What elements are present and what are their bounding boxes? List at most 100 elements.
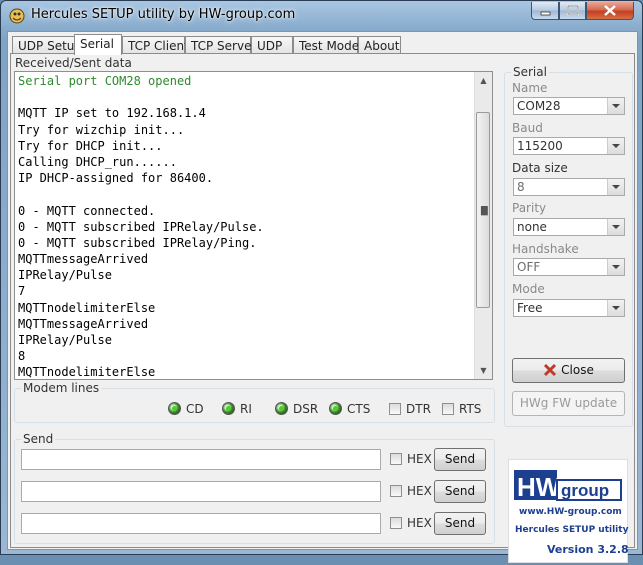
hex-checkbox-2[interactable] [390,485,402,497]
chevron-down-icon[interactable] [607,300,624,316]
hw-group-logo: HW group www.HW-group.com Hercules SETUP… [508,459,629,563]
app-window: Hercules SETUP utility by HW-group.com U… [0,0,643,563]
ri-label: RI [240,402,252,416]
port-name-value: COM28 [517,99,561,113]
tab-about[interactable]: About [358,36,401,54]
hwg-fw-update-button[interactable]: HWg FW update [512,391,625,416]
mode-select[interactable]: Free [513,299,625,317]
handshake-value: OFF [517,260,541,274]
terminal-line: Try for wizchip init... [18,122,185,137]
terminal-line: IPRelay/Pulse [18,268,112,283]
terminal-line: IP DHCP-assigned for 86400. [18,171,214,186]
baud-label: Baud [512,121,543,135]
close-port-button[interactable]: Close [512,358,625,383]
terminal-line: MQTT IP set to 192.168.1.4 [18,106,206,121]
hercules-app-icon[interactable] [9,8,25,24]
svg-text:group: group [561,481,609,500]
maximize-button[interactable] [559,2,586,20]
tab-udp[interactable]: UDP [251,36,293,54]
cd-led-icon [168,402,181,415]
received-sent-textarea[interactable]: Serial port COM28 opened MQTT IP set to 1… [14,71,493,380]
port-name-select[interactable]: COM28 [513,97,625,115]
terminal-line: 0 - MQTT connected. [18,203,156,218]
send-group: Send HEX Send HEX Send HEX Send [14,432,495,544]
dsr-label: DSR [293,402,319,416]
logo-product: Hercules SETUP utility [515,525,629,535]
scrollbar-thumb[interactable]: ▬ ▬ ▬ [476,112,490,308]
terminal-line: 8 [18,349,26,364]
send-button-3[interactable]: Send [434,512,486,535]
close-port-label: Close [561,363,594,377]
tab-tcp-client[interactable]: TCP Client [122,36,189,54]
data-size-value: 8 [517,180,525,194]
send-input-2[interactable] [21,481,381,502]
minimize-icon [540,11,551,16]
scroll-down-arrow-icon[interactable]: ▼ [475,362,492,379]
tab-test-mode[interactable]: Test Mode [293,36,359,54]
chevron-down-icon[interactable] [607,98,624,114]
chevron-down-icon[interactable] [607,138,624,154]
chevron-down-icon[interactable] [607,219,624,235]
terminal-line: MQTTnodelimiterElse [18,300,156,315]
send-input-1[interactable] [21,449,381,470]
data-size-label: Data size [512,161,568,175]
rts-label: RTS [459,402,482,416]
parity-value: none [517,220,547,234]
terminal-line: Try for DHCP init... [18,138,163,153]
terminal-scrollbar[interactable]: ▲ ▬ ▬ ▬ ▼ [474,72,492,379]
cts-led-icon [329,402,342,415]
modem-lines-legend: Modem lines [23,381,100,395]
client-area: UDP Setup Serial TCP Client TCP Server U… [7,31,638,563]
send-button-2[interactable]: Send [434,480,486,503]
received-sent-label: Received/Sent data [15,56,132,70]
modem-lines-group: Modem lines CD RI DSR CTS DTR RTS [14,381,495,423]
window-close-button[interactable] [586,2,634,20]
parity-select[interactable]: none [513,218,625,236]
terminal-line: Serial port COM28 opened [18,74,192,88]
parity-label: Parity [512,201,547,215]
rts-checkbox[interactable] [442,403,454,415]
chevron-down-icon[interactable] [607,259,624,275]
grip-icon: ▬ ▬ ▬ [480,203,489,219]
hex-checkbox-1[interactable] [390,453,402,465]
terminal-line: Calling DHCP_run...... [18,154,177,169]
send-input-3[interactable] [21,513,381,534]
terminal-line: 0 - MQTT subscribed IPRelay/Ping. [18,235,257,250]
hex-label-1: HEX [407,452,432,466]
send-legend: Send [23,432,54,446]
baud-select[interactable]: 115200 [513,137,625,155]
ri-led-icon [222,402,235,415]
chevron-down-icon[interactable] [607,179,624,195]
dtr-checkbox[interactable] [389,403,401,415]
terminal-line: MQTTmessageArrived [18,316,149,331]
send-button-1[interactable]: Send [434,448,486,471]
handshake-select[interactable]: OFF [513,258,625,276]
tab-serial[interactable]: Serial [74,34,122,55]
hex-label-3: HEX [407,516,432,530]
cts-label: CTS [347,402,371,416]
close-x-icon [544,363,557,377]
terminal-line: 0 - MQTT subscribed IPRelay/Pulse. [18,219,264,234]
tab-udp-setup[interactable]: UDP Setup [12,36,82,54]
data-size-select[interactable]: 8 [513,178,625,196]
scroll-up-arrow-icon[interactable]: ▲ [475,72,492,89]
close-icon [604,5,616,16]
dtr-label: DTR [406,402,431,416]
window-title: Hercules SETUP utility by HW-group.com [31,7,296,22]
logo-url: www.HW-group.com [519,507,622,517]
terminal-lines: Serial port COM28 opened MQTT IP set to 1… [18,73,264,379]
tab-tcp-server[interactable]: TCP Server [185,36,256,54]
hex-checkbox-3[interactable] [390,517,402,529]
terminal-line: 7 [18,284,26,299]
minimize-button[interactable] [531,2,559,20]
logo-version: Version 3.2.8 [547,543,629,556]
name-label: Name [512,81,548,95]
title-bar[interactable]: Hercules SETUP utility by HW-group.com [1,1,642,31]
hex-label-2: HEX [407,484,432,498]
cd-label: CD [186,402,204,416]
handshake-label: Handshake [512,242,579,256]
terminal-line: MQTTmessageArrived [18,252,149,267]
terminal-line: IPRelay/Pulse [18,333,112,347]
serial-tab-page: Received/Sent data Serial port COM28 ope… [10,53,635,563]
